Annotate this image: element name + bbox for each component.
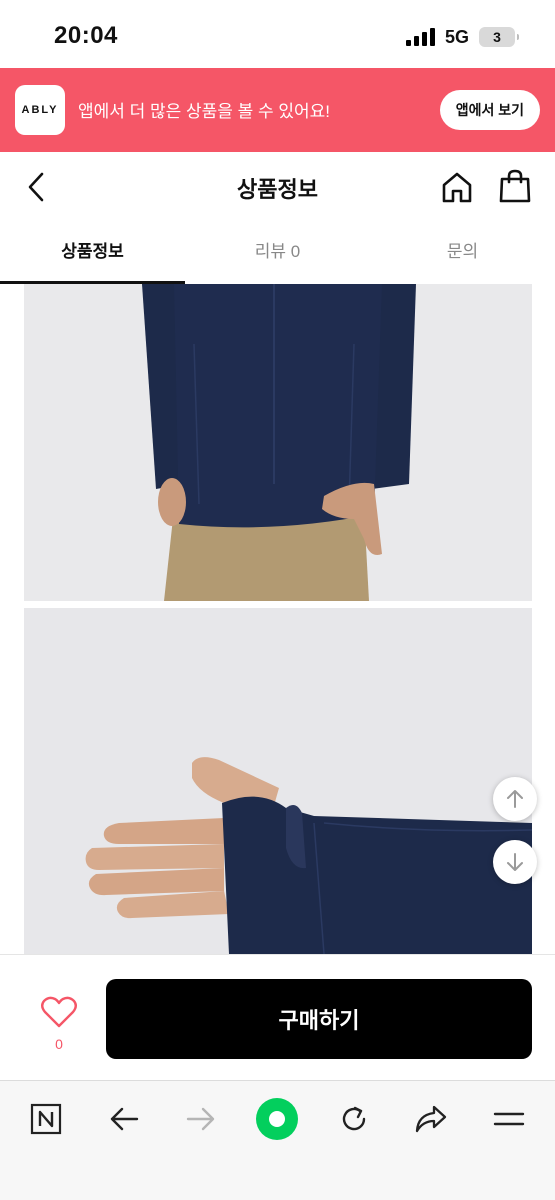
arrow-down-icon — [507, 853, 523, 871]
heart-icon — [41, 996, 77, 1028]
ably-logo: ABLY — [15, 85, 65, 135]
tab-inquiry[interactable]: 문의 — [370, 222, 555, 284]
browser-toolbar — [0, 1080, 555, 1200]
battery-icon: 3 — [479, 27, 519, 47]
shopping-bag-button[interactable] — [498, 168, 532, 204]
green-dot-button[interactable] — [255, 1098, 299, 1140]
product-tabs: 상품정보 리뷰 0 문의 — [0, 222, 555, 284]
green-dot-icon — [256, 1098, 298, 1140]
purchase-bar: 0 구매하기 — [0, 954, 555, 1080]
product-detail-content[interactable] — [0, 284, 555, 954]
menu-icon — [493, 1112, 525, 1126]
signal-icon — [405, 28, 435, 46]
product-photo-back-view — [24, 284, 532, 601]
share-button[interactable] — [409, 1099, 453, 1139]
app-install-banner[interactable]: ABLY 앱에서 더 많은 상품을 볼 수 있어요! 앱에서 보기 — [0, 68, 555, 152]
status-time: 20:04 — [54, 22, 118, 49]
page-header: 상품정보 — [0, 152, 555, 222]
tab-reviews[interactable]: 리뷰 0 — [185, 222, 370, 284]
scroll-down-button[interactable] — [493, 840, 537, 884]
naver-icon — [30, 1103, 62, 1135]
open-in-app-button[interactable]: 앱에서 보기 — [439, 90, 540, 130]
status-indicators: 5G 3 — [405, 24, 519, 50]
naver-button[interactable] — [24, 1099, 68, 1139]
like-count: 0 — [55, 1036, 63, 1052]
home-button[interactable] — [440, 170, 474, 204]
refresh-icon — [342, 1106, 366, 1131]
browser-back-button[interactable] — [102, 1099, 146, 1139]
menu-button[interactable] — [487, 1099, 531, 1139]
shopping-bag-icon — [499, 169, 531, 203]
arrow-up-icon — [507, 790, 523, 808]
browser-forward-button[interactable] — [179, 1099, 223, 1139]
banner-message: 앱에서 더 많은 상품을 볼 수 있어요! — [78, 102, 331, 121]
buy-button[interactable]: 구매하기 — [106, 979, 532, 1059]
back-arrow-icon — [110, 1107, 139, 1131]
forward-arrow-icon — [186, 1107, 215, 1131]
share-icon — [415, 1105, 447, 1133]
scroll-up-button[interactable] — [493, 777, 537, 821]
like-button[interactable]: 0 — [40, 995, 78, 1052]
battery-level: 3 — [493, 29, 501, 45]
network-label: 5G — [444, 26, 469, 47]
status-bar: 20:04 5G 3 — [0, 0, 555, 68]
home-icon — [442, 172, 472, 203]
refresh-button[interactable] — [332, 1099, 376, 1139]
tab-product-info[interactable]: 상품정보 — [0, 222, 185, 284]
product-photo-sleeve-thumbhole — [24, 608, 532, 954]
